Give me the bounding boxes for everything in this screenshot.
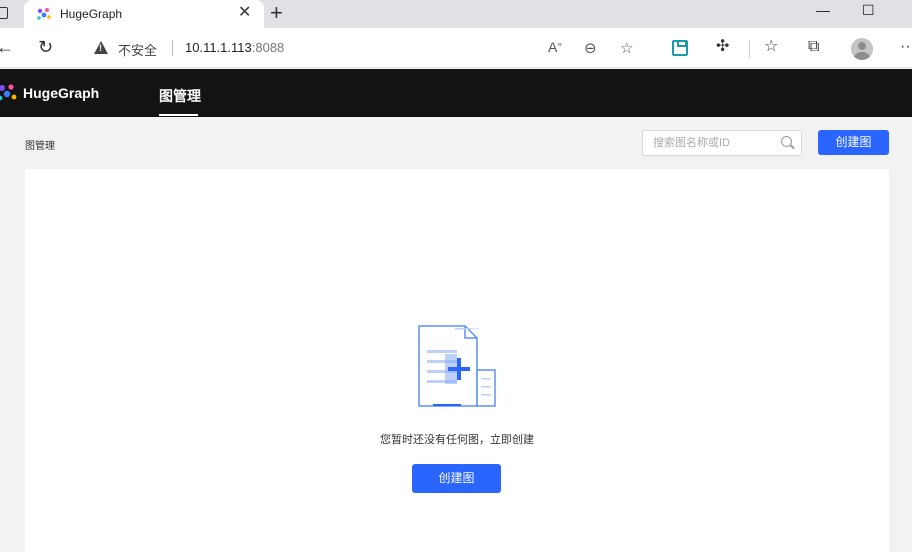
search-box[interactable] — [642, 130, 802, 156]
browser-tab[interactable]: HugeGraph ✕ — [24, 0, 264, 28]
address-bar[interactable]: 不安全 10.11.1.113:8088 A» ⊖ ☆ — [76, 32, 652, 64]
search-input[interactable] — [643, 131, 773, 155]
url-text[interactable]: 10.11.1.113:8088 — [185, 40, 284, 55]
create-graph-button[interactable]: 创建图 — [818, 130, 889, 155]
tab-close-icon[interactable]: ✕ — [238, 4, 251, 22]
url-host: 10.11.1.113 — [185, 40, 252, 55]
url-port: :8088 — [251, 40, 285, 55]
window-minimize-button[interactable]: — — [816, 2, 830, 18]
favorites-icon[interactable]: ☆ — [764, 38, 778, 56]
search-icon[interactable] — [781, 136, 792, 147]
hugegraph-logo-icon[interactable] — [0, 83, 18, 103]
more-icon[interactable]: ··· — [900, 38, 912, 56]
tab-actions-icon[interactable] — [0, 7, 8, 19]
address-divider — [172, 40, 173, 56]
zoom-icon[interactable]: ⊖ — [584, 39, 597, 57]
nav-item-graph-management[interactable]: 图管理 — [159, 86, 201, 106]
profile-icon[interactable] — [851, 38, 873, 60]
hugegraph-favicon-icon — [37, 8, 51, 20]
add-favorite-icon[interactable]: ☆ — [620, 39, 633, 57]
save-icon[interactable] — [672, 40, 688, 56]
extensions-icon[interactable]: ✣ — [716, 38, 729, 56]
security-label[interactable]: 不安全 — [118, 40, 157, 59]
toolbar-divider — [749, 40, 750, 58]
browser-toolbar: ← ↻ 不安全 10.11.1.113:8088 A» ⊖ ☆ ✣ ☆ ⧉ ··… — [0, 28, 912, 68]
app-logo-text[interactable]: HugeGraph — [23, 85, 99, 101]
app-header: HugeGraph 图管理 — [0, 69, 912, 117]
nav-active-indicator — [159, 114, 198, 116]
read-aloud-icon[interactable]: A» — [548, 39, 562, 55]
warning-icon[interactable] — [94, 41, 108, 54]
empty-create-graph-button[interactable]: 创建图 — [412, 464, 501, 493]
empty-document-add-icon — [418, 325, 496, 407]
back-icon[interactable]: ← — [0, 37, 14, 57]
graph-list-panel: 您暂时还没有任何图，立即创建 创建图 — [25, 169, 889, 552]
collections-icon[interactable]: ⧉ — [808, 38, 819, 56]
browser-titlebar: HugeGraph ✕ + — ☐ — [0, 0, 912, 28]
new-tab-button[interactable]: + — [270, 1, 283, 25]
refresh-icon[interactable]: ↻ — [38, 37, 53, 57]
tab-title: HugeGraph — [60, 7, 123, 21]
empty-state-text: 您暂时还没有任何图，立即创建 — [380, 434, 534, 446]
window-maximize-button[interactable]: ☐ — [862, 2, 875, 19]
breadcrumb: 图管理 — [25, 141, 55, 152]
